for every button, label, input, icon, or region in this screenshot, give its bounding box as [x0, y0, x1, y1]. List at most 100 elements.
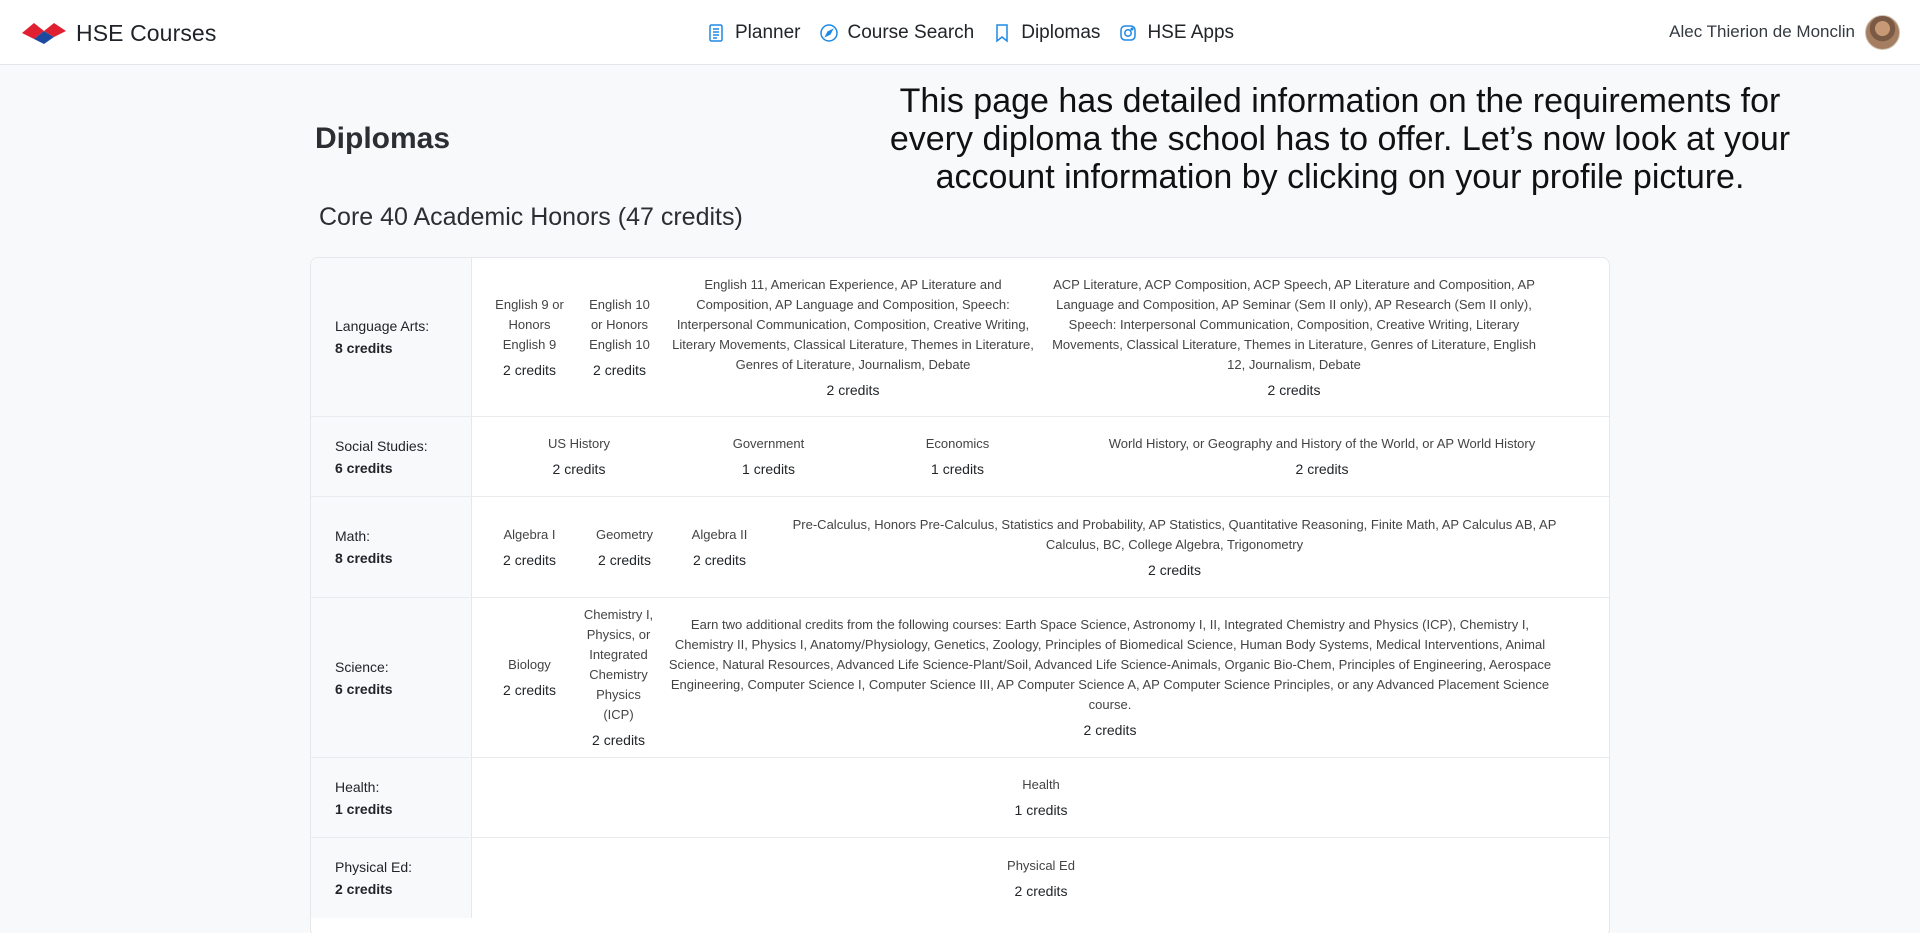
- brand-link[interactable]: HSE Courses: [22, 17, 216, 49]
- requirement-cell: Government 1 credits: [674, 434, 863, 479]
- requirement-cell: Economics 1 credits: [863, 434, 1052, 479]
- nav-diplomas[interactable]: Diplomas: [992, 22, 1100, 44]
- subject-name: Health:: [335, 778, 380, 795]
- nav-planner-label: Planner: [735, 22, 801, 43]
- requirement-cell: ACP Literature, ACP Composition, ACP Spe…: [1044, 275, 1544, 400]
- requirement-cell: Algebra I 2 credits: [482, 525, 577, 570]
- brand-name: HSE Courses: [76, 19, 217, 46]
- row-label: Physical Ed: 2 credits: [311, 838, 472, 918]
- requirement-cell: Chemistry I, Physics, or Integrated Chem…: [577, 605, 660, 750]
- requirement-courses: Physical Ed: [1007, 857, 1075, 873]
- top-navbar: HSE Courses Planner Course Search Diplom…: [0, 0, 1920, 65]
- subject-credits: 6 credits: [335, 680, 393, 697]
- requirement-credits: 2 credits: [592, 732, 645, 748]
- main-nav: Planner Course Search Diplomas HSE Apps: [706, 18, 1234, 48]
- requirement-courses: Earn two additional credits from the fol…: [668, 617, 1552, 712]
- subject-credits: 1 credits: [335, 800, 393, 817]
- subject-name: Language Arts:: [335, 318, 430, 334]
- requirement-courses: English 9 or Honors English 9: [495, 296, 564, 352]
- requirement-courses: Government: [732, 436, 805, 451]
- requirement-courses: Health: [1022, 777, 1060, 792]
- requirement-cells: Algebra I 2 credits Geometry 2 credits A…: [472, 497, 1609, 597]
- requirement-courses: Geometry: [595, 526, 654, 542]
- instagram-icon: [1120, 25, 1137, 41]
- requirement-cells: Biology 2 credits Chemistry I, Physics, …: [472, 598, 1609, 757]
- profile-avatar[interactable]: [1865, 14, 1900, 50]
- compass-icon: [819, 24, 838, 42]
- requirement-courses: World History, or Geography and History …: [1108, 436, 1536, 451]
- subject-credits: 8 credits: [335, 550, 393, 566]
- user-menu[interactable]: Alec Thierion de Monclin: [1669, 14, 1900, 50]
- hse-logo-icon: [22, 23, 66, 44]
- requirement-credits: 2 credits: [826, 381, 880, 398]
- requirement-cells: Physical Ed 2 credits: [472, 838, 1609, 918]
- requirement-courses: English 10 or Honors English 10: [589, 296, 650, 352]
- requirement-courses: Biology: [508, 657, 551, 672]
- requirement-credits: 2 credits: [693, 551, 746, 568]
- requirement-cell: Algebra II 2 credits: [672, 525, 767, 570]
- requirement-credits: 1 credits: [931, 461, 984, 477]
- requirement-courses: Chemistry I, Physics, or Integrated Chem…: [583, 607, 654, 722]
- subject-credits: 2 credits: [335, 881, 393, 897]
- tutorial-message: This page has detailed information on th…: [889, 82, 1791, 196]
- nav-course-search-label: Course Search: [847, 22, 975, 43]
- requirement-credits: 2 credits: [1267, 381, 1321, 398]
- row-label: Science: 6 credits: [311, 598, 472, 757]
- requirement-courses: Economics: [925, 436, 990, 451]
- nav-course-search[interactable]: Course Search: [819, 22, 975, 44]
- requirement-credits: 2 credits: [552, 461, 606, 477]
- requirement-row-language-arts: Language Arts: 8 credits English 9 or Ho…: [311, 258, 1609, 417]
- subject-credits: 8 credits: [335, 340, 393, 356]
- requirement-cell: Biology 2 credits: [482, 655, 577, 700]
- row-label: Health: 1 credits: [311, 758, 472, 837]
- requirement-credits: 1 credits: [742, 461, 795, 477]
- subject-name: Physical Ed:: [335, 859, 413, 875]
- requirement-cell: English 11, American Experience, AP Lite…: [662, 275, 1044, 400]
- requirement-courses: US History: [547, 436, 611, 451]
- nav-hse-apps[interactable]: HSE Apps: [1118, 22, 1234, 44]
- requirement-credits: 1 credits: [1014, 802, 1068, 818]
- subject-name: Math:: [335, 528, 371, 544]
- bookmark-icon: [996, 24, 1008, 43]
- user-name: Alec Thierion de Monclin: [1669, 22, 1855, 41]
- requirement-cell: English 10 or Honors English 10 2 credit…: [577, 295, 662, 380]
- requirement-cell: US History 2 credits: [484, 434, 674, 479]
- requirement-row-math: Math: 8 credits Algebra I 2 credits Geom…: [311, 497, 1609, 598]
- nav-planner[interactable]: Planner: [706, 22, 801, 44]
- requirement-credits: 2 credits: [1083, 722, 1137, 738]
- requirement-courses: ACP Literature, ACP Composition, ACP Spe…: [1052, 276, 1536, 372]
- requirement-row-physical-ed: Physical Ed: 2 credits Physical Ed 2 cre…: [311, 838, 1609, 918]
- planner-icon: [709, 24, 723, 42]
- subject-name: Science:: [335, 658, 389, 675]
- requirement-cell: World History, or Geography and History …: [1052, 434, 1592, 479]
- row-label: Social Studies: 6 credits: [311, 417, 472, 496]
- requirement-cells: English 9 or Honors English 9 2 credits …: [472, 258, 1609, 416]
- requirement-courses: English 11, American Experience, AP Lite…: [672, 276, 1034, 372]
- diploma-requirements-table: Language Arts: 8 credits English 9 or Ho…: [310, 257, 1610, 933]
- requirement-credits: 2 credits: [503, 361, 556, 378]
- nav-hse-apps-label: HSE Apps: [1147, 22, 1235, 43]
- requirement-credits: 2 credits: [593, 361, 646, 378]
- requirement-credits: 2 credits: [1295, 461, 1349, 477]
- requirement-cell: English 9 or Honors English 9 2 credits: [482, 295, 577, 380]
- requirement-credits: 2 credits: [1014, 882, 1068, 899]
- requirement-cells: US History 2 credits Government 1 credit…: [472, 417, 1609, 496]
- requirement-row-social-studies: Social Studies: 6 credits US History 2 c…: [311, 417, 1609, 497]
- page-title: Diplomas: [315, 122, 451, 155]
- subject-credits: 6 credits: [335, 459, 393, 476]
- row-label: Math: 8 credits: [311, 497, 472, 597]
- requirement-cell: Earn two additional credits from the fol…: [660, 615, 1560, 740]
- subject-name: Social Studies:: [335, 437, 428, 454]
- requirement-credits: 2 credits: [598, 551, 651, 568]
- requirement-courses: Pre-Calculus, Honors Pre-Calculus, Stati…: [792, 516, 1557, 552]
- requirement-cell: Physical Ed 2 credits: [472, 856, 1609, 901]
- nav-diplomas-label: Diplomas: [1021, 22, 1101, 43]
- requirement-credits: 2 credits: [503, 682, 556, 698]
- requirement-credits: 2 credits: [503, 551, 556, 568]
- requirement-credits: 2 credits: [1148, 561, 1201, 578]
- requirement-cells: Health 1 credits: [472, 758, 1609, 837]
- requirement-cell: Health 1 credits: [472, 775, 1609, 820]
- diploma-title: Core 40 Academic Honors (47 credits): [319, 203, 743, 231]
- requirement-row-health: Health: 1 credits Health 1 credits: [311, 758, 1609, 838]
- requirement-courses: Algebra I: [503, 526, 556, 542]
